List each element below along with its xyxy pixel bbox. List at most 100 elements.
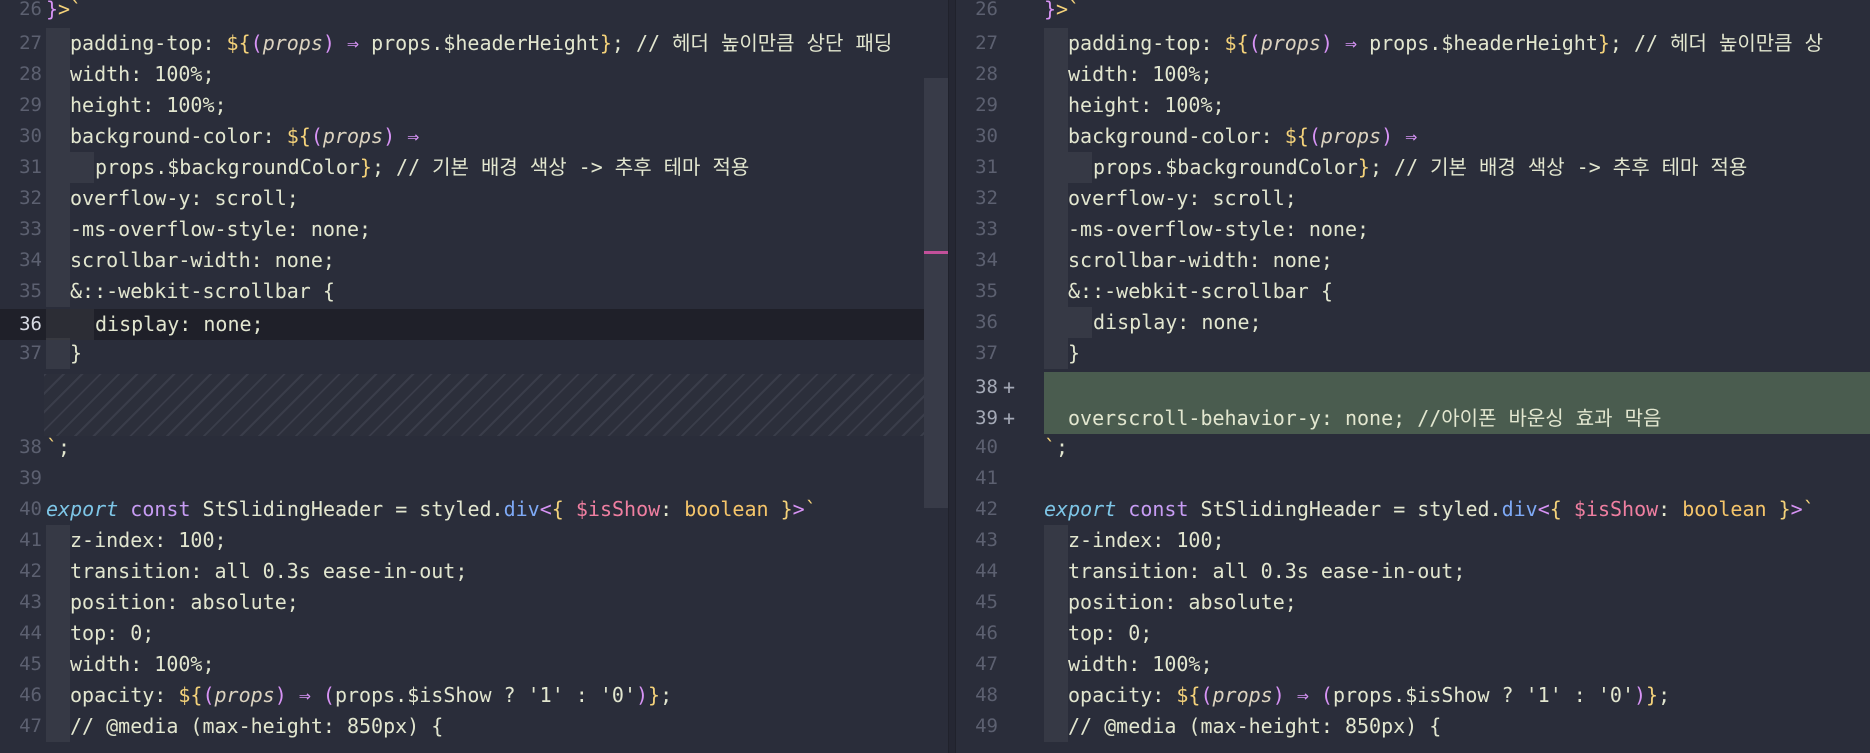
line-text: }>` <box>46 0 83 21</box>
line-text: -ms-overflow-style: none; <box>1068 217 1370 241</box>
line-text: width: 100%; <box>1068 62 1213 86</box>
code-line[interactable]: 45 width: 100%; <box>0 649 948 680</box>
line-text: opacity: ${(props) ⇒ (props.$isShow ? '1… <box>70 683 673 707</box>
line-text: // @media (max-height: 850px) { <box>1068 714 1442 738</box>
added-marker: + <box>1002 406 1016 430</box>
code-line[interactable]: 37 } <box>956 338 1870 369</box>
code-line[interactable]: 33 -ms-overflow-style: none; <box>0 214 948 245</box>
code-line[interactable]: 47 width: 100%; <box>956 649 1870 680</box>
line-number: 43 <box>975 529 998 551</box>
code-line[interactable]: 34 scrollbar-width: none; <box>956 245 1870 276</box>
line-text: opacity: ${(props) ⇒ (props.$isShow ? '1… <box>1068 683 1671 707</box>
code-line[interactable]: 40 `; <box>956 432 1870 463</box>
line-number: 34 <box>975 249 998 271</box>
line-text: scrollbar-width: none; <box>1068 248 1333 272</box>
line-number: 40 <box>19 498 42 520</box>
scrollbar-cursor-marker <box>924 251 948 254</box>
code-line[interactable]: 27 padding-top: ${(props) ⇒ props.$heade… <box>0 28 948 59</box>
added-line[interactable]: overscroll-behavior-y: none; //아이폰 바운싱 효… <box>1044 403 1870 434</box>
line-number: 41 <box>975 467 998 489</box>
code-line[interactable]: 37 } <box>0 338 948 369</box>
modified-pane[interactable]: 26 }>` 27 padding-top: ${(props) ⇒ props… <box>956 0 1870 753</box>
code-line[interactable]: 31 props.$backgroundColor}; // 기본 배경 색상 … <box>956 152 1870 183</box>
line-text: `; <box>46 435 71 459</box>
code-line[interactable]: 48 opacity: ${(props) ⇒ (props.$isShow ?… <box>956 680 1870 711</box>
code-line[interactable]: 40 export const StSlidingHeader = styled… <box>0 494 948 525</box>
code-line[interactable]: 42 transition: all 0.3s ease-in-out; <box>0 556 948 587</box>
code-line[interactable]: 29 height: 100%; <box>956 90 1870 121</box>
code-line[interactable]: 35 &::-webkit-scrollbar { <box>0 276 948 307</box>
code-line[interactable]: 30 background-color: ${(props) ⇒ <box>956 121 1870 152</box>
code-line[interactable]: 26 }>` <box>0 0 948 25</box>
code-line[interactable]: 29 height: 100%; <box>0 90 948 121</box>
line-text: // @media (max-height: 850px) { <box>70 714 444 738</box>
added-line[interactable] <box>1044 372 1870 403</box>
code-line[interactable]: 27 padding-top: ${(props) ⇒ props.$heade… <box>956 28 1870 59</box>
line-text: overscroll-behavior-y: none; //아이폰 바운싱 효… <box>1068 406 1662 430</box>
vertical-scrollbar[interactable] <box>924 78 948 508</box>
line-number: 45 <box>975 591 998 613</box>
code-line-current[interactable]: 36 display: none; <box>0 309 948 340</box>
line-number: 38 <box>975 376 998 398</box>
diff-editor: 26 }>` 27 padding-top: ${(props) ⇒ props… <box>0 0 1870 753</box>
code-line[interactable]: 33 -ms-overflow-style: none; <box>956 214 1870 245</box>
code-line[interactable]: 47 // @media (max-height: 850px) { <box>0 711 948 742</box>
line-number: 40 <box>975 436 998 458</box>
line-number: 31 <box>19 156 42 178</box>
original-pane[interactable]: 26 }>` 27 padding-top: ${(props) ⇒ props… <box>0 0 948 753</box>
code-line[interactable]: 36 display: none; <box>956 307 1870 338</box>
code-line[interactable]: 28 width: 100%; <box>0 59 948 90</box>
code-line[interactable]: 32 overflow-y: scroll; <box>0 183 948 214</box>
line-text: `; <box>1044 435 1069 459</box>
line-text: overflow-y: scroll; <box>1068 186 1297 210</box>
line-number: 46 <box>975 622 998 644</box>
added-gutter: 39 + <box>956 403 1044 434</box>
code-line[interactable]: 38 `; <box>0 432 948 463</box>
line-number: 35 <box>975 280 998 302</box>
code-line[interactable]: 31 props.$backgroundColor}; // 기본 배경 색상 … <box>0 152 948 183</box>
code-line[interactable]: 30 background-color: ${(props) ⇒ <box>0 121 948 152</box>
code-line[interactable]: 26 }>` <box>956 0 1870 25</box>
line-number: 39 <box>975 407 998 429</box>
line-number: 30 <box>19 125 42 147</box>
line-number: 30 <box>975 125 998 147</box>
line-text: overflow-y: scroll; <box>70 186 299 210</box>
line-text: display: none; <box>95 312 264 336</box>
code-line[interactable]: 44 transition: all 0.3s ease-in-out; <box>956 556 1870 587</box>
code-line[interactable]: 46 opacity: ${(props) ⇒ (props.$isShow ?… <box>0 680 948 711</box>
code-line[interactable]: 43 z-index: 100; <box>956 525 1870 556</box>
line-number: 43 <box>19 591 42 613</box>
code-line[interactable]: 34 scrollbar-width: none; <box>0 245 948 276</box>
line-text: } <box>70 341 83 365</box>
line-number: 44 <box>975 560 998 582</box>
code-line[interactable]: 42 export const StSlidingHeader = styled… <box>956 494 1870 525</box>
code-line[interactable]: 28 width: 100%; <box>956 59 1870 90</box>
code-line[interactable]: 32 overflow-y: scroll; <box>956 183 1870 214</box>
line-text: -ms-overflow-style: none; <box>70 217 372 241</box>
code-line[interactable]: 35 &::-webkit-scrollbar { <box>956 276 1870 307</box>
line-number: 32 <box>975 187 998 209</box>
code-line[interactable]: 43 position: absolute; <box>0 587 948 618</box>
line-number: 26 <box>975 0 998 20</box>
line-number: 27 <box>19 32 42 54</box>
line-number: 27 <box>975 32 998 54</box>
code-line[interactable]: 41 z-index: 100; <box>0 525 948 556</box>
line-text: position: absolute; <box>70 590 299 614</box>
code-line[interactable]: 41 <box>956 463 1870 494</box>
line-number: 47 <box>19 715 42 737</box>
code-line[interactable]: 49 // @media (max-height: 850px) { <box>956 711 1870 742</box>
line-number: 37 <box>19 342 42 364</box>
code-line[interactable]: 46 top: 0; <box>956 618 1870 649</box>
line-text: background-color: ${(props) ⇒ <box>70 124 420 148</box>
line-text: width: 100%; <box>1068 652 1213 676</box>
line-number: 36 <box>19 313 42 335</box>
code-line[interactable]: 39 <box>0 463 948 494</box>
code-line[interactable]: 44 top: 0; <box>0 618 948 649</box>
pane-divider[interactable] <box>948 0 956 753</box>
line-number: 34 <box>19 249 42 271</box>
line-number: 26 <box>19 0 42 20</box>
line-number: 44 <box>19 622 42 644</box>
line-text: props.$backgroundColor}; // 기본 배경 색상 -> … <box>1093 155 1748 179</box>
code-line[interactable]: 45 position: absolute; <box>956 587 1870 618</box>
line-text: transition: all 0.3s ease-in-out; <box>70 559 468 583</box>
